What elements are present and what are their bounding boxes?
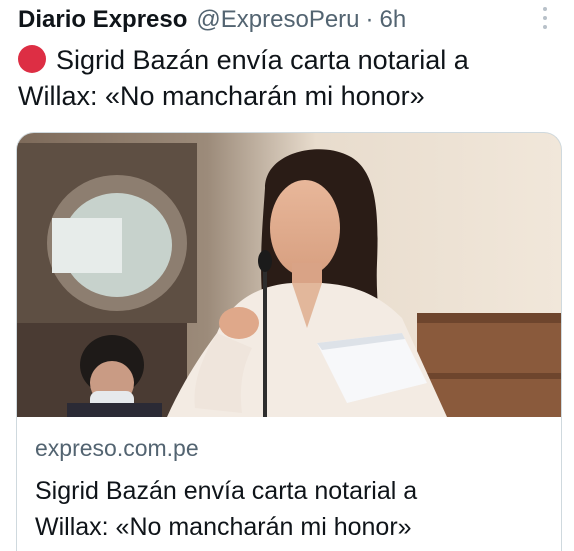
- tweet-text-line-1: Sigrid Bazán envía carta notarial a: [56, 45, 469, 75]
- tweet-text-line-2: Willax: «No mancharán mi honor»: [18, 81, 425, 111]
- card-photo: [17, 133, 561, 417]
- link-card[interactable]: expreso.com.pe Sigrid Bazán envía carta …: [16, 132, 562, 551]
- tweet-header: Diario Expreso @ExpresoPeru · 6h: [18, 4, 406, 36]
- user-handle[interactable]: @ExpresoPeru: [196, 4, 359, 36]
- timestamp[interactable]: 6h: [380, 4, 407, 36]
- more-vertical-icon[interactable]: [538, 4, 552, 32]
- card-title-line-2: Willax: «No mancharán mi honor»: [35, 513, 412, 541]
- tweet[interactable]: Diario Expreso @ExpresoPeru · 6h Sigrid …: [0, 0, 574, 551]
- red-circle-icon: [18, 45, 46, 73]
- tweet-text: Sigrid Bazán envía carta notarial a Will…: [18, 42, 548, 114]
- card-image[interactable]: [17, 133, 561, 417]
- separator-dot: ·: [365, 6, 374, 33]
- card-title-line-1: Sigrid Bazán envía carta notarial a: [35, 477, 418, 505]
- card-domain: expreso.com.pe: [35, 435, 199, 461]
- card-title: Sigrid Bazán envía carta notarial a Will…: [35, 473, 545, 545]
- display-name[interactable]: Diario Expreso: [18, 4, 187, 36]
